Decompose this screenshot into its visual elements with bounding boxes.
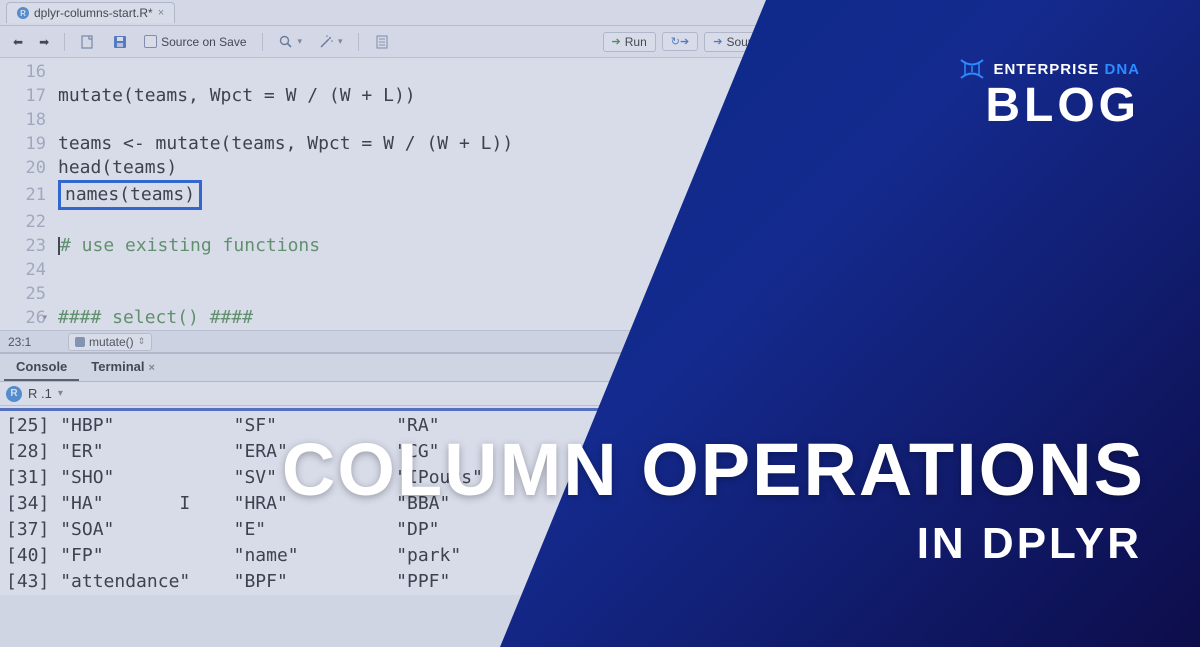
function-icon <box>75 337 85 347</box>
line-number: 26 <box>0 306 58 330</box>
code-line: head(teams) <box>58 156 177 180</box>
logo-area: ENTERPRISE DNA BLOG <box>959 58 1140 130</box>
function-scope-indicator[interactable]: mutate() ⇕ <box>68 333 152 351</box>
tab-terminal-label: Terminal <box>91 359 144 374</box>
headline-sub: IN DPLYR <box>917 519 1142 569</box>
file-icon <box>80 34 96 50</box>
compile-report-button[interactable] <box>369 32 395 52</box>
code-comment-line: #### select() #### <box>58 306 253 330</box>
brand-blog: BLOG <box>959 82 1140 130</box>
line-number: 16 <box>0 60 58 84</box>
dropdown-icon[interactable]: ▾ <box>58 388 63 399</box>
dna-helix-icon <box>959 58 985 80</box>
rerun-icon: ↻➔ <box>671 35 689 48</box>
code-tools-button[interactable]: ▾ <box>313 32 348 52</box>
function-scope-label: mutate() <box>89 335 134 349</box>
code-comment-line: # use existing functions <box>60 234 320 258</box>
editor-toolbar: ⬅ ➡ Source on Save ▾ ▾ ➔ Run <box>0 26 820 58</box>
run-label: Run <box>625 35 647 49</box>
headline-main: COLUMN OPERATIONS <box>282 433 1145 507</box>
save-icon <box>112 34 128 50</box>
close-icon[interactable]: × <box>158 7 164 19</box>
code-line: mutate(teams, Wpct = W / (W + L)) <box>58 84 416 108</box>
find-button[interactable]: ▾ <box>273 32 308 52</box>
notebook-icon <box>374 34 390 50</box>
close-icon[interactable]: × <box>149 362 155 374</box>
rerun-button[interactable]: ↻➔ <box>662 32 698 51</box>
highlighted-code-line: names(teams) <box>58 180 202 210</box>
updown-icon: ⇕ <box>138 336 146 347</box>
brand-enterprise: ENTERPRISE DNA <box>993 61 1140 78</box>
tab-console[interactable]: Console <box>4 354 79 381</box>
line-number: 20 <box>0 156 58 180</box>
source-on-save-label: Source on Save <box>161 35 246 49</box>
source-on-save-checkbox[interactable]: Source on Save <box>139 33 251 51</box>
tab-console-label: Console <box>16 359 67 374</box>
cursor-position: 23:1 <box>8 335 58 349</box>
r-file-icon: R <box>17 7 29 19</box>
r-logo-icon: R <box>6 386 22 402</box>
line-number: 19 <box>0 132 58 156</box>
fold-arrow-icon[interactable]: ▾ <box>42 306 48 330</box>
line-number: 18 <box>0 108 58 132</box>
wand-icon <box>318 34 334 50</box>
save-button[interactable] <box>107 32 133 52</box>
run-arrow-icon: ➔ <box>612 35 621 48</box>
line-number: 23 <box>0 234 58 258</box>
line-number: 25 <box>0 282 58 306</box>
checkbox-icon <box>144 35 157 48</box>
line-number: 24 <box>0 258 58 282</box>
file-tab[interactable]: R dplyr-columns-start.R* × <box>6 2 175 23</box>
tab-terminal[interactable]: Terminal × <box>79 354 167 381</box>
editor-tab-bar: R dplyr-columns-start.R* × ▭ ▢ <box>0 0 820 26</box>
line-number: 17 <box>0 84 58 108</box>
show-file-button[interactable] <box>75 32 101 52</box>
run-button[interactable]: ➔ Run <box>603 32 656 52</box>
search-icon <box>278 34 294 50</box>
code-line: teams <- mutate(teams, Wpct = W / (W + L… <box>58 132 513 156</box>
back-button[interactable]: ⬅ <box>8 33 28 51</box>
r-version-label: R .1 <box>28 386 52 401</box>
brand-dna: DNA <box>1105 61 1141 78</box>
forward-button[interactable]: ➡ <box>34 33 54 51</box>
line-number: 21 <box>0 183 58 207</box>
file-tab-label: dplyr-columns-start.R* <box>34 6 153 20</box>
source-arrow-icon: ➔ <box>713 35 722 48</box>
line-number: 22 <box>0 210 58 234</box>
